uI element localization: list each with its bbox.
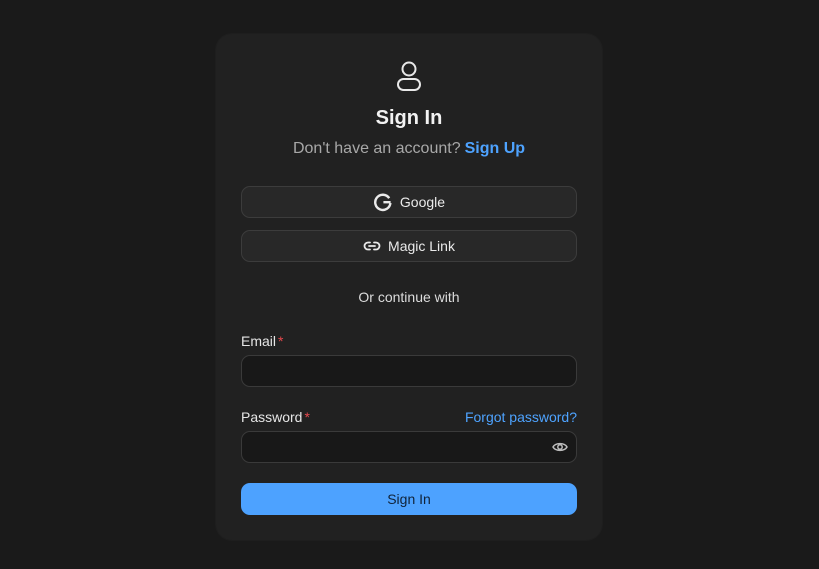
email-label: Email * [241, 333, 283, 349]
signup-prompt-text: Don't have an account? [292, 140, 461, 157]
link-icon [363, 240, 381, 252]
email-field[interactable] [241, 355, 577, 387]
page-title: Sign In [375, 107, 443, 129]
google-sign-in-button[interactable]: Google [241, 186, 577, 218]
google-button-label: Google [399, 194, 446, 210]
divider-text: Or continue with [358, 289, 460, 305]
required-marker: * [304, 409, 310, 425]
eye-icon[interactable] [552, 440, 568, 454]
sign-in-button[interactable]: Sign In [241, 483, 577, 515]
password-label: Password * [241, 409, 310, 425]
forgot-password-link[interactable]: Forgot password? [465, 409, 577, 425]
sign-up-link[interactable]: Sign Up [465, 140, 525, 157]
user-icon [397, 61, 421, 91]
magic-link-button[interactable]: Magic Link [241, 230, 577, 262]
password-field[interactable] [241, 431, 577, 463]
sign-in-card: Sign In Don't have an account? Sign Up Go… [216, 34, 602, 540]
password-label-text: Password [241, 409, 303, 425]
email-label-text: Email [241, 333, 277, 349]
required-marker: * [278, 333, 284, 349]
signup-prompt: Don't have an account? Sign Up [216, 140, 602, 158]
magic-link-label: Magic Link [388, 238, 455, 254]
google-icon [373, 192, 393, 212]
